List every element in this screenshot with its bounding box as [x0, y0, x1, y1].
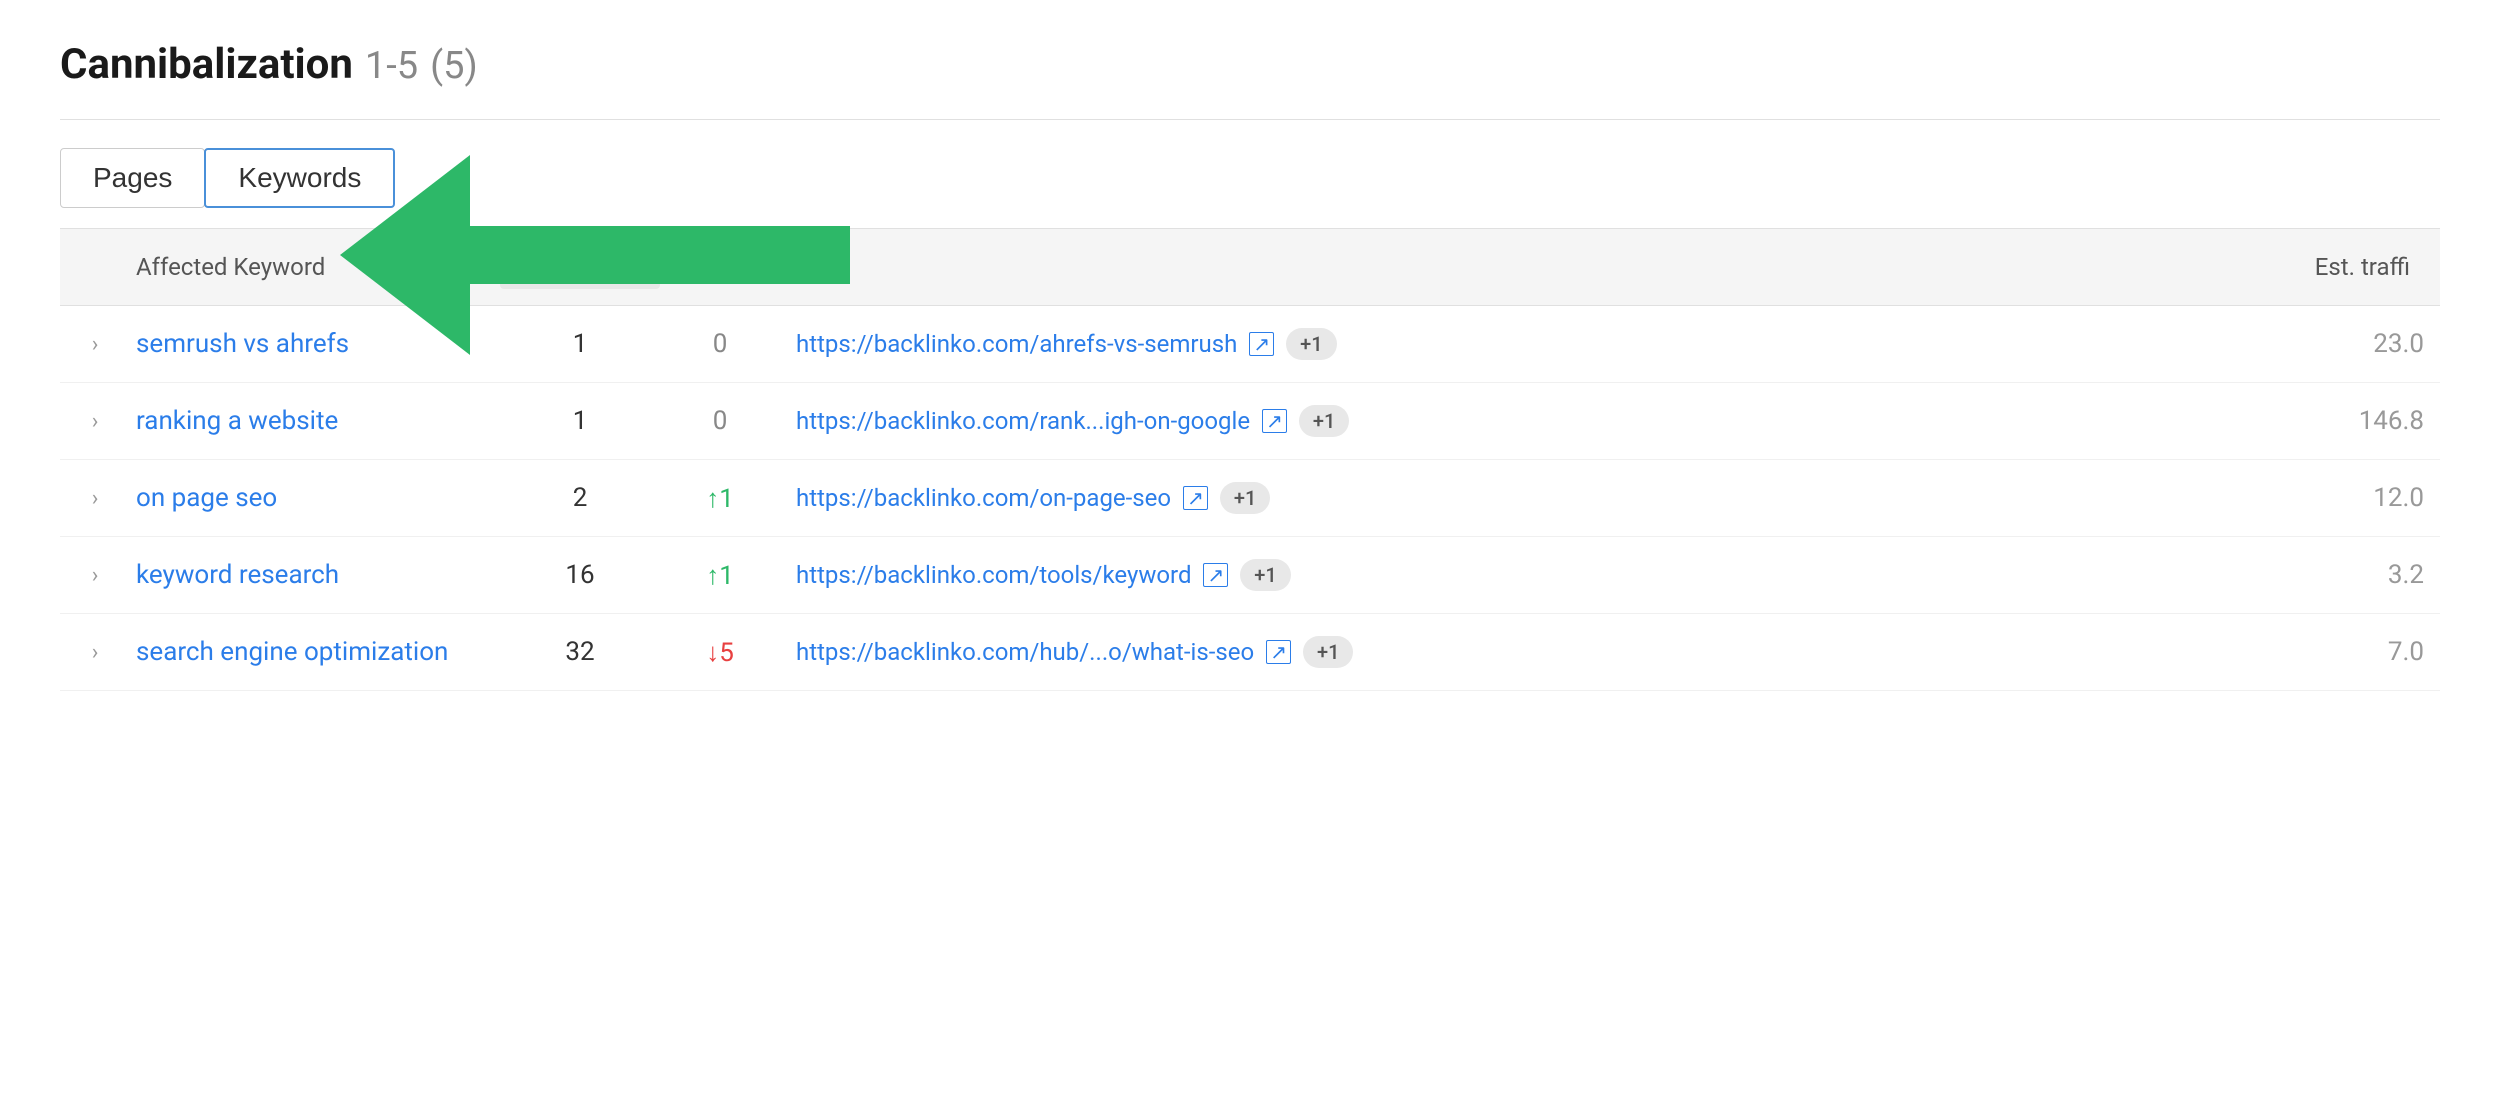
url-cell: https://backlinko.com/on-page-seo ↗ +1: [780, 482, 2240, 514]
position-cell: 32: [500, 637, 660, 667]
position-cell: 2: [500, 483, 660, 513]
table-row: › search engine optimization 32 ↓5 https…: [60, 614, 2440, 691]
title-range: 1-5: [365, 44, 418, 88]
expand-cell[interactable]: ›: [60, 563, 120, 588]
table-row: › ranking a website 1 0 https://backlink…: [60, 383, 2440, 460]
keyword-cell[interactable]: search engine optimization: [120, 637, 500, 667]
url-link[interactable]: https://backlinko.com/tools/keyword: [796, 561, 1191, 589]
url-link[interactable]: https://backlinko.com/hub/...o/what-is-s…: [796, 638, 1254, 666]
keyword-cell[interactable]: keyword research: [120, 560, 500, 590]
chevron-icon[interactable]: ›: [92, 332, 99, 357]
diff-cell: ↓5: [660, 637, 780, 668]
position-cell: 16: [500, 560, 660, 590]
table-body: › semrush vs ahrefs 1 0 https://backlink…: [60, 306, 2440, 691]
plus-badge[interactable]: +1: [1303, 636, 1353, 668]
plus-badge[interactable]: +1: [1286, 328, 1336, 360]
diff-value: ↑1: [706, 561, 734, 591]
traffic-cell: 12.0: [2240, 483, 2440, 513]
url-link[interactable]: https://backlinko.com/on-page-seo: [796, 484, 1171, 512]
plus-badge[interactable]: +1: [1299, 405, 1349, 437]
external-link-icon[interactable]: ↗: [1266, 640, 1291, 664]
title-count: (5): [430, 44, 478, 88]
plus-badge[interactable]: +1: [1220, 482, 1270, 514]
traffic-cell: 23.0: [2240, 329, 2440, 359]
external-link-icon[interactable]: ↗: [1203, 563, 1228, 587]
chevron-icon[interactable]: ›: [92, 409, 99, 434]
chevron-icon[interactable]: ›: [92, 563, 99, 588]
arrow-shaft: [470, 226, 850, 284]
keyword-cell[interactable]: ranking a website: [120, 406, 500, 436]
table-row: › on page seo 2 ↑1 https://backlinko.com…: [60, 460, 2440, 537]
tab-pages[interactable]: Pages: [60, 148, 205, 208]
green-arrow: [340, 155, 850, 355]
diff-cell: ↑1: [660, 560, 780, 591]
expand-cell[interactable]: ›: [60, 332, 120, 357]
url-cell: https://backlinko.com/rank...igh-on-goog…: [780, 405, 2240, 437]
position-cell: 1: [500, 406, 660, 436]
expand-cell[interactable]: ›: [60, 409, 120, 434]
url-link[interactable]: https://backlinko.com/ahrefs-vs-semrush: [796, 330, 1237, 358]
url-cell: https://backlinko.com/hub/...o/what-is-s…: [780, 636, 2240, 668]
traffic-cell: 146.8: [2240, 406, 2440, 436]
external-link-icon[interactable]: ↗: [1262, 409, 1287, 433]
external-link-icon[interactable]: ↗: [1249, 332, 1274, 356]
arrow-annotation: [340, 155, 850, 355]
arrow-head: [340, 155, 470, 355]
header-traffic: Est. traffi: [2240, 253, 2440, 281]
plus-badge[interactable]: +1: [1240, 559, 1290, 591]
header-url: URL: [780, 253, 2240, 281]
diff-cell: 0: [660, 406, 780, 436]
diff-value: 0: [713, 406, 728, 436]
expand-cell[interactable]: ›: [60, 486, 120, 511]
diff-value: ↓5: [706, 638, 734, 668]
page-title: Cannibalization 1-5 (5): [60, 40, 2440, 89]
top-divider: [60, 119, 2440, 120]
url-link[interactable]: https://backlinko.com/rank...igh-on-goog…: [796, 407, 1250, 435]
diff-cell: ↑1: [660, 483, 780, 514]
title-main: Cannibalization: [60, 40, 353, 89]
url-cell: https://backlinko.com/tools/keyword ↗ +1: [780, 559, 2240, 591]
traffic-cell: 7.0: [2240, 637, 2440, 667]
traffic-cell: 3.2: [2240, 560, 2440, 590]
chevron-icon[interactable]: ›: [92, 486, 99, 511]
expand-cell[interactable]: ›: [60, 640, 120, 665]
external-link-icon[interactable]: ↗: [1183, 486, 1208, 510]
diff-value: ↑1: [706, 484, 734, 514]
keyword-cell[interactable]: on page seo: [120, 483, 500, 513]
chevron-icon[interactable]: ›: [92, 640, 99, 665]
url-cell: https://backlinko.com/ahrefs-vs-semrush …: [780, 328, 2240, 360]
table-row: › keyword research 16 ↑1 https://backlin…: [60, 537, 2440, 614]
